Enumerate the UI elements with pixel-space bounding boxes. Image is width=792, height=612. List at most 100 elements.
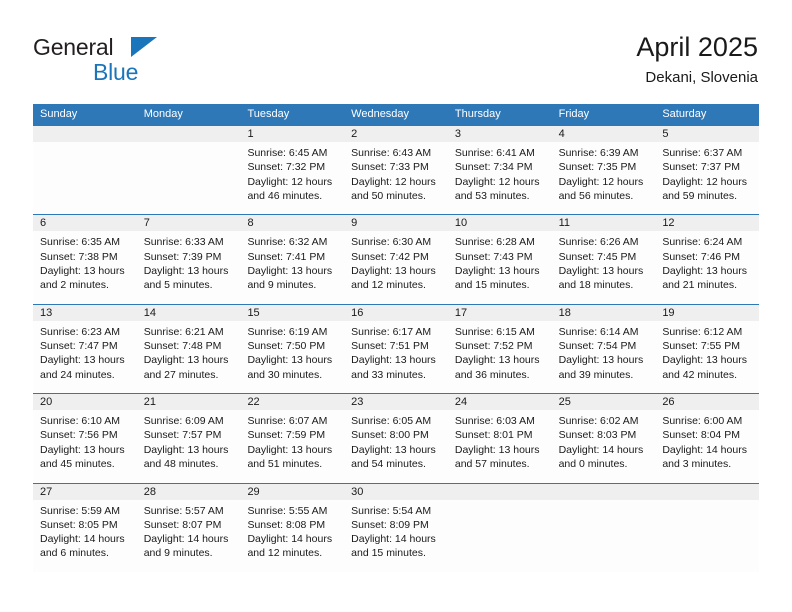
sunrise-text: Sunrise: 6:32 AM [247, 236, 328, 249]
day-cell[interactable]: Sunrise: 6:15 AM Sunset: 7:52 PM Dayligh… [448, 321, 552, 393]
sunset-text: Sunset: 7:48 PM [143, 340, 222, 353]
sunset-text: Sunset: 7:50 PM [247, 340, 326, 353]
daylight-text-line2: and 12 minutes. [351, 279, 426, 292]
day-number [448, 484, 552, 500]
daylight-text-line2: and 56 minutes. [558, 189, 634, 202]
daylight-text-line2: and 45 minutes. [40, 458, 115, 471]
weekday-header-friday: Friday [558, 108, 590, 120]
weekday-header-monday: Monday [143, 108, 183, 120]
daylight-text-line2: and 59 minutes. [662, 189, 738, 202]
day-cell[interactable]: Sunrise: 6:14 AM Sunset: 7:54 PM Dayligh… [552, 321, 656, 393]
sunset-text: Sunset: 7:34 PM [454, 161, 533, 174]
daylight-text-line2: and 9 minutes. [143, 547, 213, 560]
week-daynumber-band: 13 14 15 16 17 18 19 [33, 304, 759, 321]
day-cell[interactable]: Sunrise: 6:09 AM Sunset: 7:57 PM Dayligh… [137, 410, 241, 482]
daylight-text-line1: Daylight: 14 hours [662, 443, 747, 456]
day-number: 2 [351, 128, 358, 140]
sunset-text: Sunset: 7:43 PM [454, 250, 533, 263]
day-cell[interactable]: Sunrise: 6:45 AM Sunset: 7:32 PM Dayligh… [240, 142, 344, 214]
daylight-text-line1: Daylight: 14 hours [143, 533, 229, 546]
daylight-text-line2: and 53 minutes. [454, 189, 530, 202]
sunset-text: Sunset: 8:08 PM [247, 518, 326, 531]
daylight-text-line1: Daylight: 12 hours [247, 175, 333, 188]
daylight-text-line2: and 5 minutes. [143, 279, 213, 292]
daylight-text-line1: Daylight: 12 hours [558, 175, 644, 188]
sunrise-text: Sunrise: 6:03 AM [454, 415, 535, 428]
day-cell[interactable]: Sunrise: 6:19 AM Sunset: 7:50 PM Dayligh… [240, 321, 344, 393]
day-cell[interactable]: Sunrise: 5:59 AM Sunset: 8:05 PM Dayligh… [33, 500, 137, 572]
day-number: 12 [662, 217, 675, 230]
day-cell[interactable] [33, 142, 137, 214]
day-cell[interactable]: Sunrise: 5:55 AM Sunset: 8:08 PM Dayligh… [240, 500, 344, 572]
day-cell[interactable] [448, 500, 552, 572]
sunrise-text: Sunrise: 6:26 AM [558, 236, 639, 249]
title-block: April 2025 Dekani, Slovenia [636, 30, 758, 89]
day-cell[interactable]: Sunrise: 6:12 AM Sunset: 7:55 PM Dayligh… [655, 321, 759, 393]
day-cell[interactable]: Sunrise: 6:07 AM Sunset: 7:59 PM Dayligh… [240, 410, 344, 482]
day-number: 6 [40, 217, 47, 230]
calendar-week-row: 27 28 29 30 Sunrise: 5:59 AM Sunset: 8:0… [33, 482, 759, 572]
day-cell[interactable]: Sunrise: 6:05 AM Sunset: 8:00 PM Dayligh… [344, 410, 448, 482]
day-cell[interactable]: Sunrise: 6:03 AM Sunset: 8:01 PM Dayligh… [448, 410, 552, 482]
day-cell[interactable]: Sunrise: 6:28 AM Sunset: 7:43 PM Dayligh… [448, 231, 552, 303]
day-cell[interactable]: Sunrise: 6:37 AM Sunset: 7:37 PM Dayligh… [655, 142, 759, 214]
day-cell[interactable]: Sunrise: 6:41 AM Sunset: 7:34 PM Dayligh… [448, 142, 552, 214]
day-cell[interactable]: Sunrise: 6:00 AM Sunset: 8:04 PM Dayligh… [655, 410, 759, 482]
day-cell[interactable]: Sunrise: 6:35 AM Sunset: 7:38 PM Dayligh… [33, 231, 137, 303]
daylight-text-line2: and 6 minutes. [40, 547, 109, 560]
sunrise-text: Sunrise: 6:17 AM [351, 325, 432, 338]
day-cell[interactable]: Sunrise: 5:54 AM Sunset: 8:09 PM Dayligh… [344, 500, 448, 572]
daylight-text-line2: and 57 minutes. [454, 458, 530, 471]
day-number: 7 [143, 217, 150, 230]
day-cell[interactable]: Sunrise: 6:23 AM Sunset: 7:47 PM Dayligh… [33, 321, 137, 393]
calendar-page: General Blue April 2025 Dekani, Slovenia… [0, 0, 792, 612]
day-number: 21 [143, 396, 156, 409]
daylight-text-line1: Daylight: 12 hours [662, 175, 747, 188]
daylight-text-line2: and 50 minutes. [351, 189, 426, 202]
day-cell[interactable] [655, 500, 759, 572]
day-number: 14 [143, 306, 156, 319]
day-cell[interactable]: Sunrise: 6:17 AM Sunset: 7:51 PM Dayligh… [344, 321, 448, 393]
daylight-text-line2: and 21 minutes. [662, 279, 738, 292]
day-number: 20 [40, 396, 53, 409]
day-cell[interactable]: Sunrise: 6:24 AM Sunset: 7:46 PM Dayligh… [655, 231, 759, 303]
day-cell[interactable]: Sunrise: 6:26 AM Sunset: 7:45 PM Dayligh… [552, 231, 656, 303]
daylight-text-line1: Daylight: 13 hours [351, 264, 436, 277]
week-daynumber-band: 1 2 3 4 5 [33, 126, 759, 142]
sunset-text: Sunset: 7:56 PM [40, 429, 118, 442]
sunset-text: Sunset: 7:51 PM [351, 340, 429, 353]
daylight-text-line2: and 36 minutes. [454, 368, 530, 381]
day-cell[interactable]: Sunrise: 6:10 AM Sunset: 7:56 PM Dayligh… [33, 410, 137, 482]
day-cell[interactable]: Sunrise: 6:21 AM Sunset: 7:48 PM Dayligh… [137, 321, 241, 393]
sunrise-text: Sunrise: 6:39 AM [558, 147, 639, 159]
daylight-text-line1: Daylight: 13 hours [351, 443, 436, 456]
brand-logo[interactable]: General Blue [33, 34, 263, 89]
day-cell[interactable] [137, 142, 241, 214]
day-number: 18 [558, 306, 571, 319]
sunset-text: Sunset: 7:57 PM [143, 429, 222, 442]
calendar-week-row: 1 2 3 4 5 Sunrise: 6:45 AM Sunset: 7:32 … [33, 125, 759, 215]
day-cell[interactable]: Sunrise: 6:39 AM Sunset: 7:35 PM Dayligh… [552, 142, 656, 214]
day-cell[interactable]: Sunrise: 6:32 AM Sunset: 7:41 PM Dayligh… [240, 231, 344, 303]
daylight-text-line1: Daylight: 13 hours [558, 264, 644, 277]
week-daynumber-band: 20 21 22 23 24 25 26 [33, 394, 759, 411]
daylight-text-line2: and 33 minutes. [351, 368, 426, 381]
daylight-text-line1: Daylight: 12 hours [351, 175, 436, 188]
day-cell[interactable]: Sunrise: 6:33 AM Sunset: 7:39 PM Dayligh… [137, 231, 241, 303]
day-cell[interactable]: Sunrise: 6:02 AM Sunset: 8:03 PM Dayligh… [552, 410, 656, 482]
day-cell[interactable]: Sunrise: 6:30 AM Sunset: 7:42 PM Dayligh… [344, 231, 448, 303]
daylight-text-line2: and 9 minutes. [247, 279, 317, 292]
sunrise-text: Sunrise: 6:43 AM [351, 147, 432, 159]
page-header: General Blue April 2025 Dekani, Slovenia [0, 0, 792, 100]
calendar-week-row: 13 14 15 16 17 18 19 Sunrise: 6:23 AM Su… [33, 303, 759, 394]
daylight-text-line1: Daylight: 13 hours [143, 443, 229, 456]
week-daynumber-band: 27 28 29 30 [33, 483, 759, 500]
weekday-header-row: Sunday Monday Tuesday Wednesday Thursday… [33, 104, 759, 125]
day-number: 28 [143, 485, 156, 498]
day-cell[interactable] [552, 500, 656, 572]
daylight-text-line1: Daylight: 14 hours [40, 533, 125, 546]
day-cell[interactable]: Sunrise: 6:43 AM Sunset: 7:33 PM Dayligh… [344, 142, 448, 214]
week-detail-band: Sunrise: 6:10 AM Sunset: 7:56 PM Dayligh… [33, 410, 759, 482]
day-cell[interactable]: Sunrise: 5:57 AM Sunset: 8:07 PM Dayligh… [137, 500, 241, 572]
sunrise-text: Sunrise: 6:21 AM [143, 325, 224, 338]
